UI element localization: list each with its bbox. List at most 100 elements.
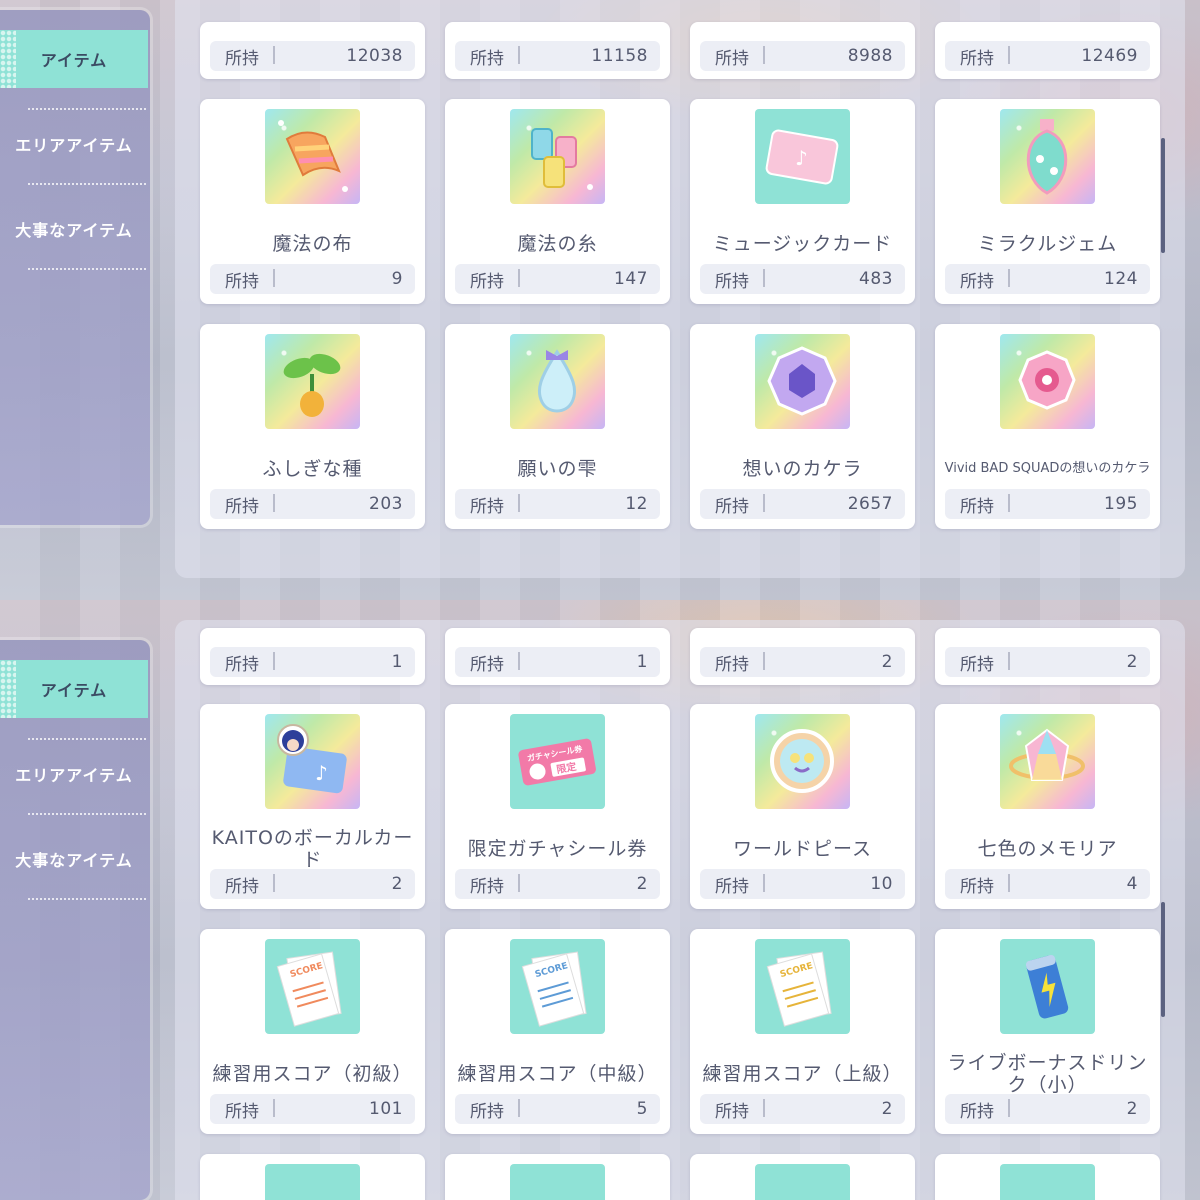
count-value: 2 xyxy=(881,652,893,672)
count-bar: 所持 8988 xyxy=(700,41,905,71)
tab-area-items-label: エリアアイテム xyxy=(15,766,133,785)
item-card-magic-thread[interactable]: 魔法の糸 所持 147 xyxy=(445,99,670,304)
tab-area-items[interactable]: エリアアイテム xyxy=(0,745,148,803)
item-card-practice-score-intermediate[interactable]: SCORE 練習用スコア（中級） 所持 5 xyxy=(445,929,670,1134)
item-icon xyxy=(265,1164,360,1200)
count-label: 所持 xyxy=(210,650,275,675)
svg-text:♪: ♪ xyxy=(315,761,328,785)
count-label: 所持 xyxy=(945,872,1010,897)
tab-items-label: アイテム xyxy=(40,681,108,700)
tab-items[interactable]: アイテム xyxy=(0,30,148,88)
magic-thread-icon xyxy=(510,109,605,204)
item-card-rainbow-memoria[interactable]: 七色のメモリア 所持 4 xyxy=(935,704,1160,909)
item-card[interactable] xyxy=(200,1154,425,1200)
count-bar: 所持 124 xyxy=(945,264,1150,294)
tab-important-items[interactable]: 大事なアイテム xyxy=(0,200,148,258)
count-value: 2 xyxy=(636,874,648,894)
item-card-magic-cloth[interactable]: 魔法の布 所持 9 xyxy=(200,99,425,304)
count-bar: 所持 2 xyxy=(945,1094,1150,1124)
item-card-live-bonus-drink[interactable]: ライブボーナスドリンク（小） 所持 2 xyxy=(935,929,1160,1134)
item-card[interactable] xyxy=(935,1154,1160,1200)
tab-important-items[interactable]: 大事なアイテム xyxy=(0,830,148,888)
item-card[interactable]: 所持 1 xyxy=(200,628,425,685)
tab-important-items-label: 大事なアイテム xyxy=(15,221,133,240)
item-card-feeling-fragment[interactable]: 想いのカケラ 所持 2657 xyxy=(690,324,915,529)
count-label: 所持 xyxy=(455,1097,520,1122)
tab-items-label: アイテム xyxy=(40,51,108,70)
item-name: ミラクルジェム xyxy=(977,233,1118,255)
tab-area-items-label: エリアアイテム xyxy=(15,136,133,155)
item-card[interactable]: 所持 2 xyxy=(935,628,1160,685)
item-card-practice-score-beginner[interactable]: SCORE 練習用スコア（初級） 所持 101 xyxy=(200,929,425,1134)
sidebar-divider xyxy=(28,183,146,185)
item-icon xyxy=(510,1164,605,1200)
count-value: 5 xyxy=(636,1099,648,1119)
scrollbar[interactable] xyxy=(1161,902,1165,1017)
count-label: 所持 xyxy=(210,267,275,292)
scrollbar[interactable] xyxy=(1161,138,1165,253)
count-label: 所持 xyxy=(945,44,1010,69)
item-card-miracle-gem[interactable]: ミラクルジェム 所持 124 xyxy=(935,99,1160,304)
item-card-vbs-fragment[interactable]: Vivid BAD SQUADの想いのカケラ 所持 195 xyxy=(935,324,1160,529)
count-bar: 所持 11158 xyxy=(455,41,660,71)
magic-cloth-icon xyxy=(265,109,360,204)
gacha-sticker-ticket-icon: ガチャシール券 限定 xyxy=(510,714,605,809)
count-label: 所持 xyxy=(700,650,765,675)
count-value: 12038 xyxy=(346,46,403,66)
tab-important-items-label: 大事なアイテム xyxy=(15,851,133,870)
count-label: 所持 xyxy=(700,267,765,292)
tab-items[interactable]: アイテム xyxy=(0,660,148,718)
item-card[interactable]: 所持 8988 xyxy=(690,22,915,79)
count-bar: 所持 5 xyxy=(455,1094,660,1124)
item-card[interactable] xyxy=(445,1154,670,1200)
count-value: 2 xyxy=(1126,1099,1138,1119)
item-card-practice-score-advanced[interactable]: SCORE 練習用スコア（上級） 所持 2 xyxy=(690,929,915,1134)
sidebar: アイテム エリアアイテム 大事なアイテム xyxy=(0,640,150,1200)
count-value: 1 xyxy=(391,652,403,672)
item-name: 練習用スコア（中級） xyxy=(457,1063,658,1085)
item-icon xyxy=(1000,1164,1095,1200)
item-card-music-card[interactable]: ♪ ミュージックカード 所持 483 xyxy=(690,99,915,304)
count-label: 所持 xyxy=(945,267,1010,292)
count-label: 所持 xyxy=(700,872,765,897)
item-card-wish-drop[interactable]: 願いの雫 所持 12 xyxy=(445,324,670,529)
item-name: ワールドピース xyxy=(732,838,873,860)
sidebar-divider xyxy=(28,738,146,740)
item-card[interactable]: 所持 12038 xyxy=(200,22,425,79)
inventory-screen-top: アイテム エリアアイテム 大事なアイテム 所持 12038 所持 11158 所持 8… xyxy=(0,0,1200,600)
count-value: 2 xyxy=(391,874,403,894)
item-icon xyxy=(755,1164,850,1200)
count-label: 所持 xyxy=(455,492,520,517)
item-card[interactable]: 所持 1 xyxy=(445,628,670,685)
count-value: 124 xyxy=(1104,269,1138,289)
count-bar: 所持 483 xyxy=(700,264,905,294)
item-name: Vivid BAD SQUADの想いのカケラ xyxy=(944,461,1151,476)
miracle-gem-icon xyxy=(1000,109,1095,204)
count-bar: 所持 195 xyxy=(945,489,1150,519)
item-card[interactable]: 所持 12469 xyxy=(935,22,1160,79)
count-value: 9 xyxy=(391,269,403,289)
count-value: 12469 xyxy=(1081,46,1138,66)
count-label: 所持 xyxy=(700,1097,765,1122)
tab-area-items[interactable]: エリアアイテム xyxy=(0,115,148,173)
count-bar: 所持 12469 xyxy=(945,41,1150,71)
count-value: 2 xyxy=(881,1099,893,1119)
count-label: 所持 xyxy=(945,492,1010,517)
count-value: 203 xyxy=(369,494,403,514)
item-card[interactable]: 所持 2 xyxy=(690,628,915,685)
count-bar: 所持 4 xyxy=(945,869,1150,899)
item-card-mysterious-seed[interactable]: ふしぎな種 所持 203 xyxy=(200,324,425,529)
item-card[interactable]: 所持 11158 xyxy=(445,22,670,79)
count-bar: 所持 1 xyxy=(210,647,415,677)
item-card-world-piece[interactable]: ワールドピース 所持 10 xyxy=(690,704,915,909)
item-card-gacha-sticker-ticket[interactable]: ガチャシール券 限定 限定ガチャシール券 所持 2 xyxy=(445,704,670,909)
count-bar: 所持 2 xyxy=(455,869,660,899)
item-name: ライブボーナスドリンク（小） xyxy=(947,1052,1148,1096)
count-bar: 所持 101 xyxy=(210,1094,415,1124)
count-label: 所持 xyxy=(700,492,765,517)
item-name: 願いの雫 xyxy=(517,458,598,480)
item-card[interactable] xyxy=(690,1154,915,1200)
rainbow-memoria-icon xyxy=(1000,714,1095,809)
item-card-kaito-vocal-card[interactable]: ♪ KAITOのボーカルカード 所持 2 xyxy=(200,704,425,909)
practice-score-intermediate-icon: SCORE xyxy=(510,939,605,1034)
